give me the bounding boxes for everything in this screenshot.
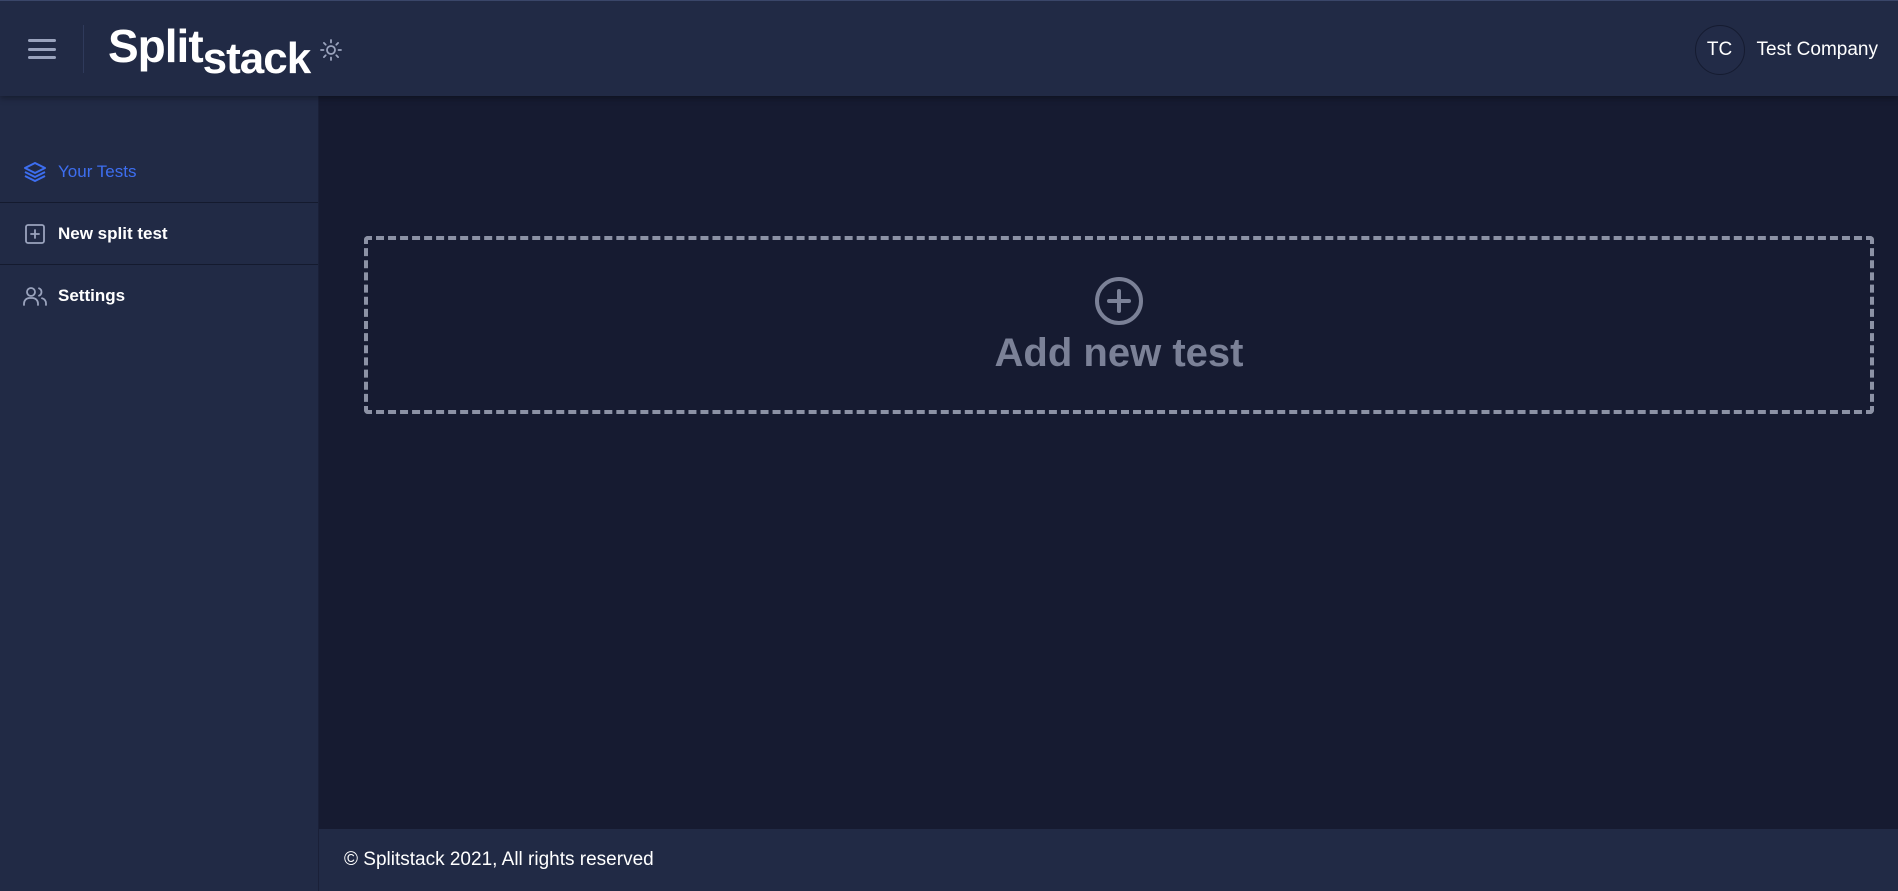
top-bar: Split stack TC Test Company bbox=[0, 0, 1898, 96]
sidebar-item-label: Settings bbox=[58, 286, 126, 305]
sidebar-item-label: Your Tests bbox=[58, 161, 137, 181]
theme-toggle-button[interactable] bbox=[316, 35, 346, 65]
sidebar-item-your-tests[interactable]: Your Tests bbox=[0, 141, 318, 203]
sun-icon bbox=[320, 39, 342, 61]
menu-icon-line bbox=[28, 47, 56, 51]
menu-icon-line bbox=[28, 39, 56, 42]
plus-circle-icon bbox=[1095, 276, 1143, 325]
company-name: Test Company bbox=[1756, 39, 1878, 60]
add-new-test-label: Add new test bbox=[994, 330, 1244, 375]
layers-icon bbox=[22, 159, 48, 185]
hamburger-menu-button[interactable] bbox=[22, 33, 62, 65]
users-icon bbox=[22, 283, 48, 309]
menu-icon-line bbox=[28, 56, 56, 59]
sidebar: Your Tests New split test Settings bbox=[0, 96, 319, 891]
plus-square-icon bbox=[22, 221, 48, 247]
footer-copyright: © Splitstack 2021, All rights reserved bbox=[344, 849, 654, 870]
add-new-test-card[interactable]: Add new test bbox=[364, 236, 1874, 414]
footer: © Splitstack 2021, All rights reserved bbox=[319, 829, 1898, 891]
logo-text-split: Split bbox=[108, 20, 204, 72]
user-account-menu[interactable]: TC Test Company bbox=[1694, 25, 1878, 75]
sidebar-item-label: New split test bbox=[58, 223, 168, 243]
sidebar-item-new-split-test[interactable]: New split test bbox=[0, 203, 318, 265]
logo-text-stack: stack bbox=[202, 34, 312, 83]
sidebar-nav: Your Tests New split test Settings bbox=[0, 141, 318, 327]
main-content: Add new test bbox=[319, 96, 1898, 829]
header-divider bbox=[83, 25, 84, 73]
sidebar-item-settings[interactable]: Settings bbox=[0, 265, 318, 327]
splitstack-logo[interactable]: Split stack bbox=[108, 19, 311, 81]
avatar: TC bbox=[1694, 25, 1745, 75]
